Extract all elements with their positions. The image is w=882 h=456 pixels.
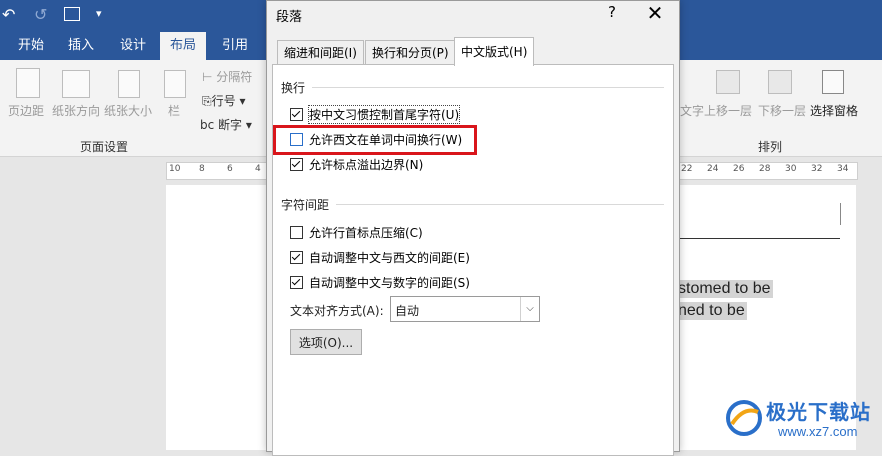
horizontal-rule (676, 238, 840, 239)
option-auto-space-numbers[interactable]: 自动调整中文与数字的间距(S) (290, 273, 470, 291)
line-numbers-label: 行号 (211, 94, 236, 108)
document-text-line: stomed to be (676, 280, 773, 298)
option-auto-space-latin[interactable]: 自动调整中文与西文的间距(E) (290, 248, 470, 266)
tab-home[interactable]: 开始 (8, 32, 54, 60)
divider (336, 204, 664, 205)
selection-pane-button[interactable]: 选择窗格 (810, 102, 858, 119)
redo-icon[interactable]: ↺ (34, 5, 47, 24)
orientation-button[interactable]: 纸张方向 (52, 102, 100, 119)
ruler-number: 34 (837, 164, 849, 174)
dialog-title: 段落 (276, 10, 303, 25)
line-numbers-button[interactable]: ⎘行号 ▾ (202, 92, 245, 109)
text-alignment-label: 文本对齐方式(A): (290, 304, 384, 318)
option-hanging-punctuation[interactable]: 允许标点溢出边界(N) (290, 155, 423, 173)
size-icon[interactable] (118, 70, 140, 98)
margins-icon[interactable] (16, 68, 40, 98)
checkbox-checked[interactable] (290, 107, 303, 121)
ruler-number: 22 (681, 164, 693, 174)
send-backward-icon[interactable] (768, 70, 792, 94)
undo-icon[interactable]: ↶ (2, 5, 15, 24)
close-icon[interactable]: ✕ (645, 1, 665, 25)
tab-insert[interactable]: 插入 (58, 32, 104, 60)
tab-design[interactable]: 设计 (110, 32, 156, 60)
option-label: 自动调整中文与数字的间距(S) (309, 275, 470, 290)
breaks-button[interactable]: ⊢ 分隔符 (202, 68, 252, 85)
bring-forward-button[interactable]: 上移一层 (704, 102, 752, 119)
checkbox-checked[interactable] (290, 250, 303, 264)
checkbox-unchecked[interactable] (290, 225, 303, 239)
ruler-number: 32 (811, 164, 823, 174)
help-icon[interactable]: ? (603, 3, 621, 21)
size-button[interactable]: 纸张大小 (104, 102, 152, 119)
watermark-url: www.xz7.com (778, 424, 858, 439)
columns-icon[interactable] (164, 70, 186, 98)
ruler-number: 26 (733, 164, 745, 174)
margins-button[interactable]: 页边距 (8, 102, 44, 119)
ruler-number: 6 (227, 164, 233, 174)
option-label: 按中文习惯控制首尾字符(U) (307, 104, 461, 124)
page-setup-group-label: 页面设置 (80, 140, 129, 154)
option-label: 允许标点溢出边界(N) (309, 157, 424, 172)
columns-button[interactable]: 栏 (168, 102, 180, 119)
option-label: 自动调整中文与西文的间距(E) (309, 250, 470, 265)
hyphenation-label: 断字 (218, 118, 243, 132)
checkbox-checked[interactable] (290, 275, 303, 289)
option-first-last-chars[interactable]: 按中文习惯控制首尾字符(U) (290, 104, 461, 124)
arrange-group-label: 排列 (758, 140, 783, 154)
watermark-text: 极光下载站 (766, 400, 871, 424)
bring-forward-icon[interactable] (716, 70, 740, 94)
checkbox-checked[interactable] (290, 157, 303, 171)
tab-indents-spacing[interactable]: 缩进和间距(I) (277, 40, 364, 65)
touch-mode-icon[interactable] (64, 7, 80, 21)
tab-references[interactable]: 引用 (212, 32, 258, 60)
ruler-number: 28 (759, 164, 771, 174)
option-label: 允许行首标点压缩(C) (309, 225, 423, 240)
tab-layout[interactable]: 布局 (160, 32, 206, 60)
tab-asian-typography[interactable]: 中文版式(H) (454, 37, 535, 66)
option-compress-punctuation[interactable]: 允许行首标点压缩(C) (290, 223, 423, 241)
divider (312, 87, 664, 88)
red-highlight-box (273, 125, 477, 155)
send-backward-button[interactable]: 下移一层 (758, 102, 806, 119)
ruler-number: 10 (169, 164, 181, 174)
orientation-icon[interactable] (62, 70, 90, 98)
text-wrap-button[interactable]: 文字 (680, 102, 704, 119)
ruler-number: 8 (199, 164, 205, 174)
breaks-label: 分隔符 (216, 70, 253, 84)
ruler-number: 30 (785, 164, 797, 174)
tab-line-page-breaks[interactable]: 换行和分页(P) (365, 40, 456, 65)
section-line-break: 换行 (281, 81, 306, 95)
options-button[interactable]: 选项(O)... (290, 329, 362, 355)
text-alignment-value: 自动 (395, 304, 420, 318)
ruler-number: 4 (255, 164, 261, 174)
text-alignment-select[interactable]: 自动 ⌵ (390, 296, 540, 322)
hyphenation-button[interactable]: bc 断字 ▾ (200, 116, 252, 133)
watermark-logo-icon (726, 400, 762, 436)
customize-qat-icon[interactable]: ▾ (96, 7, 102, 20)
ruler-number: 24 (707, 164, 719, 174)
document-text-line: ned to be (676, 302, 747, 320)
watermark: 极光下载站 www.xz7.com (720, 392, 880, 450)
chevron-down-icon[interactable]: ⌵ (520, 297, 539, 321)
selection-pane-icon[interactable] (822, 70, 844, 94)
margin-mark (840, 203, 841, 225)
section-character-spacing: 字符间距 (281, 198, 330, 212)
